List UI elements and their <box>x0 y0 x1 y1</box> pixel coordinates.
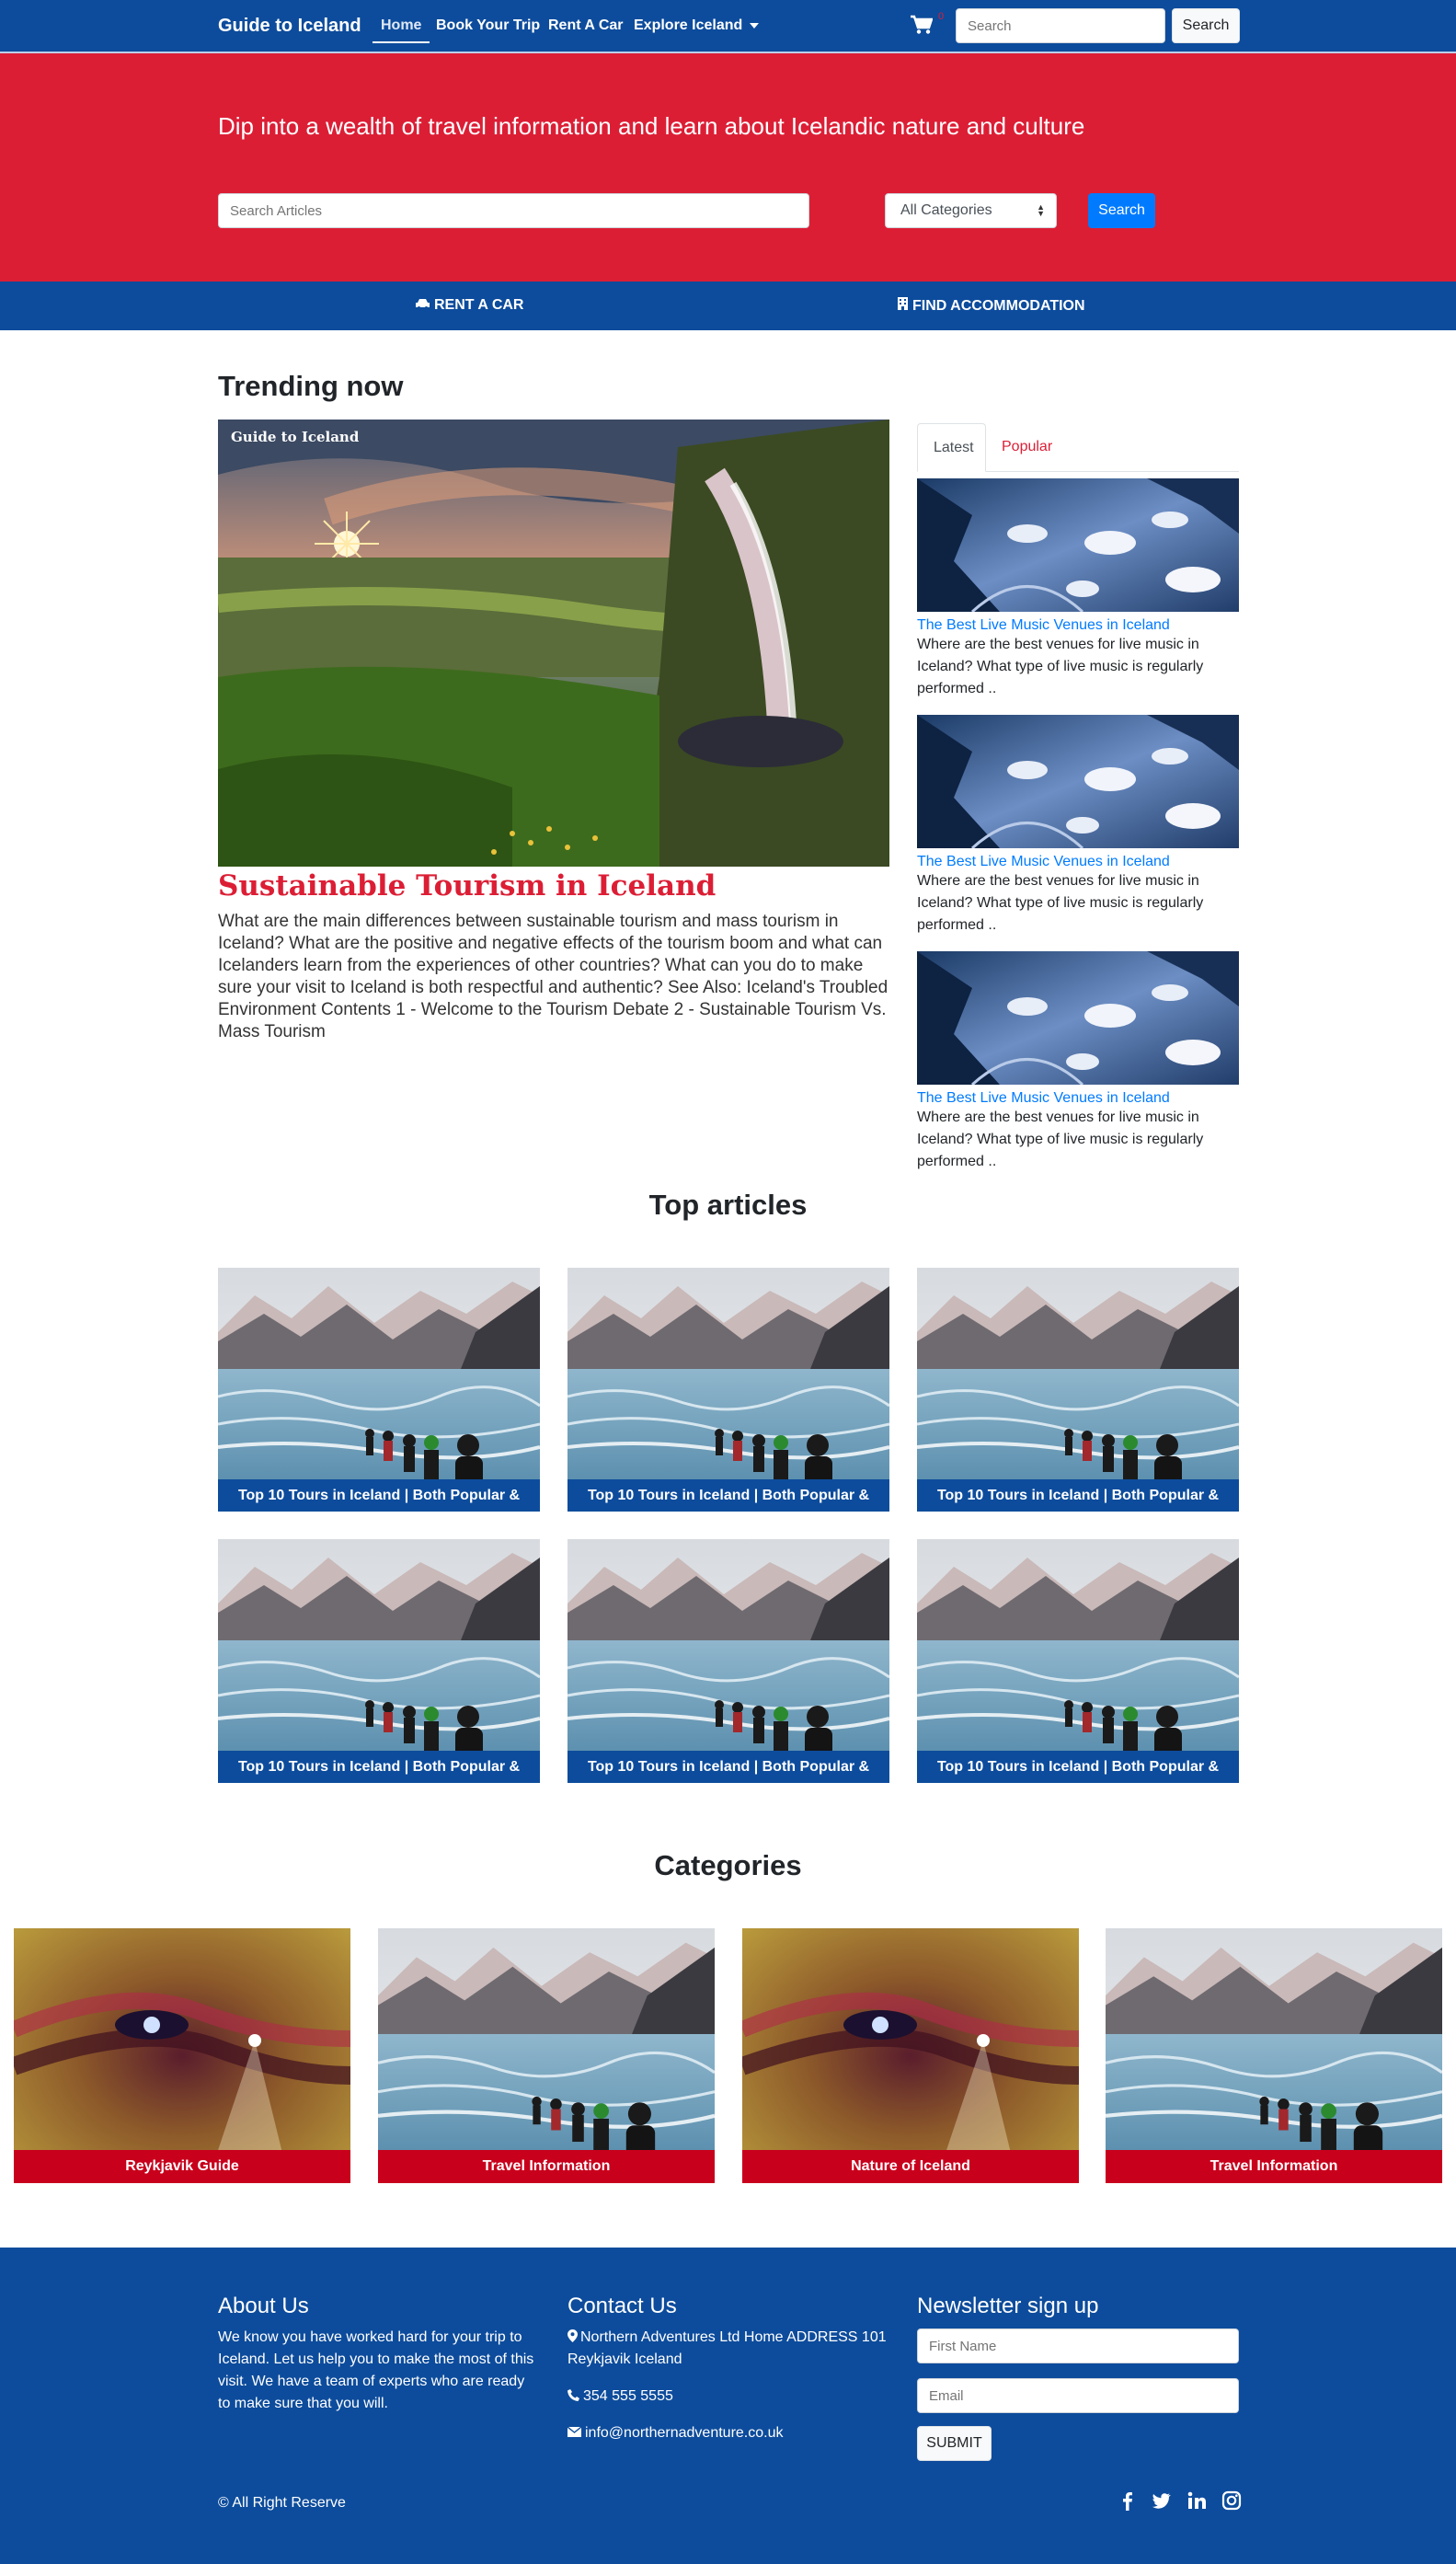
nav-book-your-trip[interactable]: Book Your Trip <box>436 17 540 34</box>
article-card-title: Top 10 Tours in Iceland | Both Popular & <box>917 1751 1239 1783</box>
contact-email-text: info@northernadventure.co.uk <box>585 2425 784 2441</box>
sidebar-article: The Best Live Music Venues in Iceland Wh… <box>917 951 1239 1173</box>
email-input[interactable] <box>917 2378 1239 2413</box>
hero-search-button[interactable]: Search <box>1088 193 1155 228</box>
footer: About Us We know you have worked hard fo… <box>0 2248 1456 2564</box>
contact-phone-text: 354 555 5555 <box>583 2388 673 2404</box>
tab-popular[interactable]: Popular <box>986 423 1068 472</box>
categories-heading: Categories <box>654 1849 802 1881</box>
category-card-title: Nature of Iceland <box>742 2150 1079 2183</box>
article-card[interactable]: Top 10 Tours in Iceland | Both Popular & <box>917 1539 1239 1783</box>
nav-explore-label: Explore Iceland <box>634 17 743 33</box>
nav-home[interactable]: Home <box>381 17 421 34</box>
submit-button[interactable]: SUBMIT <box>917 2426 992 2461</box>
sidebar-article: The Best Live Music Venues in Iceland Wh… <box>917 478 1239 700</box>
about-text: We know you have worked hard for your tr… <box>218 2329 534 2411</box>
cart-count-badge: 0 <box>938 11 945 22</box>
trending-heading: Trending now <box>218 370 404 402</box>
contact-heading: Contact Us <box>567 2294 677 2318</box>
nav-search-button[interactable]: Search <box>1172 8 1240 43</box>
find-accommodation-label: FIND ACCOMMODATION <box>912 298 1085 314</box>
article-card[interactable]: Top 10 Tours in Iceland | Both Popular & <box>218 1268 540 1512</box>
sidebar-article-text: Where are the best venues for live music… <box>917 1110 1204 1169</box>
hero-banner <box>0 53 1456 282</box>
nav-rent-a-car[interactable]: Rent A Car <box>548 17 624 34</box>
article-card-title: Top 10 Tours in Iceland | Both Popular & <box>567 1751 889 1783</box>
rent-a-car-link[interactable]: RENT A CAR <box>416 297 523 314</box>
article-card[interactable]: Top 10 Tours in Iceland | Both Popular & <box>218 1539 540 1783</box>
instagram-icon[interactable] <box>1221 2490 1242 2511</box>
about-heading: About Us <box>218 2294 309 2318</box>
nav-search-input[interactable] <box>956 8 1165 43</box>
rent-a-car-label: RENT A CAR <box>434 297 524 313</box>
navbar: Guide to Iceland Home Book Your Trip Ren… <box>0 0 1456 53</box>
copyright: © All Right Reserve <box>218 2495 346 2511</box>
category-card[interactable]: Reykjavik Guide <box>14 1928 350 2183</box>
featured-article-title[interactable]: Sustainable Tourism in Iceland <box>218 869 716 903</box>
sidebar-article-image[interactable] <box>917 478 1239 612</box>
sidebar-article-title[interactable]: The Best Live Music Venues in Iceland <box>917 616 1239 634</box>
featured-article-image[interactable]: Guide to Iceland <box>218 420 889 867</box>
linkedin-icon[interactable] <box>1187 2490 1207 2511</box>
car-icon <box>416 299 430 309</box>
shopping-cart-icon[interactable] <box>911 15 933 35</box>
sidebar-article-text: Where are the best venues for live music… <box>917 637 1204 696</box>
contact-phone: 354 555 5555 <box>567 2386 673 2408</box>
sidebar-article-image[interactable] <box>917 951 1239 1085</box>
article-card-title: Top 10 Tours in Iceland | Both Popular & <box>218 1751 540 1783</box>
first-name-input[interactable] <box>917 2328 1239 2363</box>
category-card[interactable]: Travel Information <box>1106 1928 1442 2183</box>
article-card[interactable]: Top 10 Tours in Iceland | Both Popular & <box>917 1268 1239 1512</box>
top-articles-heading: Top articles <box>648 1189 808 1221</box>
facebook-icon[interactable] <box>1118 2490 1138 2511</box>
chevron-down-icon <box>750 22 760 29</box>
nav-active-indicator <box>373 41 430 43</box>
sidebar-tabs: Latest Popular <box>917 423 1239 472</box>
find-accommodation-link[interactable]: FIND ACCOMMODATION <box>898 297 1085 315</box>
article-card[interactable]: Top 10 Tours in Iceland | Both Popular & <box>567 1268 889 1512</box>
brand-logo[interactable]: Guide to Iceland <box>218 16 361 37</box>
category-select[interactable]: All Categories ▲ ▼ <box>885 193 1057 228</box>
category-card-title: Reykjavik Guide <box>14 2150 350 2183</box>
services-bar: RENT A CAR FIND ACCOMMODATION <box>0 282 1456 330</box>
category-card-title: Travel Information <box>378 2150 715 2183</box>
select-arrows-icon: ▲ ▼ <box>1037 202 1045 218</box>
article-card[interactable]: Top 10 Tours in Iceland | Both Popular & <box>567 1539 889 1783</box>
envelope-icon <box>567 2426 582 2437</box>
contact-address-text: Northern Adventures Ltd Home ADDRESS 101… <box>567 2329 887 2367</box>
newsletter-heading: Newsletter sign up <box>917 2294 1099 2318</box>
hero-title: Dip into a wealth of travel information … <box>218 112 1085 140</box>
twitter-icon[interactable] <box>1151 2490 1171 2511</box>
building-icon <box>898 297 908 310</box>
featured-image-logo: Guide to Iceland <box>231 429 360 445</box>
sidebar-article: The Best Live Music Venues in Iceland Wh… <box>917 715 1239 937</box>
category-card-title: Travel Information <box>1106 2150 1442 2183</box>
featured-article-excerpt: What are the main differences between su… <box>218 912 889 1041</box>
contact-email[interactable]: info@northernadventure.co.uk <box>567 2422 783 2444</box>
article-card-title: Top 10 Tours in Iceland | Both Popular & <box>917 1479 1239 1512</box>
phone-icon <box>567 2389 579 2401</box>
nav-explore-iceland[interactable]: Explore Iceland <box>634 17 760 34</box>
sidebar-article-image[interactable] <box>917 715 1239 848</box>
sidebar-article-title[interactable]: The Best Live Music Venues in Iceland <box>917 853 1239 870</box>
tab-latest[interactable]: Latest <box>917 423 986 472</box>
sidebar-article-text: Where are the best venues for live music… <box>917 873 1204 933</box>
map-marker-icon <box>567 2329 578 2342</box>
category-card[interactable]: Nature of Iceland <box>742 1928 1079 2183</box>
article-card-title: Top 10 Tours in Iceland | Both Popular & <box>567 1479 889 1512</box>
category-card[interactable]: Travel Information <box>378 1928 715 2183</box>
article-search-input[interactable] <box>218 193 809 228</box>
article-card-title: Top 10 Tours in Iceland | Both Popular & <box>218 1479 540 1512</box>
contact-address: Northern Adventures Ltd Home ADDRESS 101… <box>567 2327 889 2371</box>
sidebar-article-title[interactable]: The Best Live Music Venues in Iceland <box>917 1089 1239 1107</box>
category-select-value: All Categories <box>900 202 992 218</box>
